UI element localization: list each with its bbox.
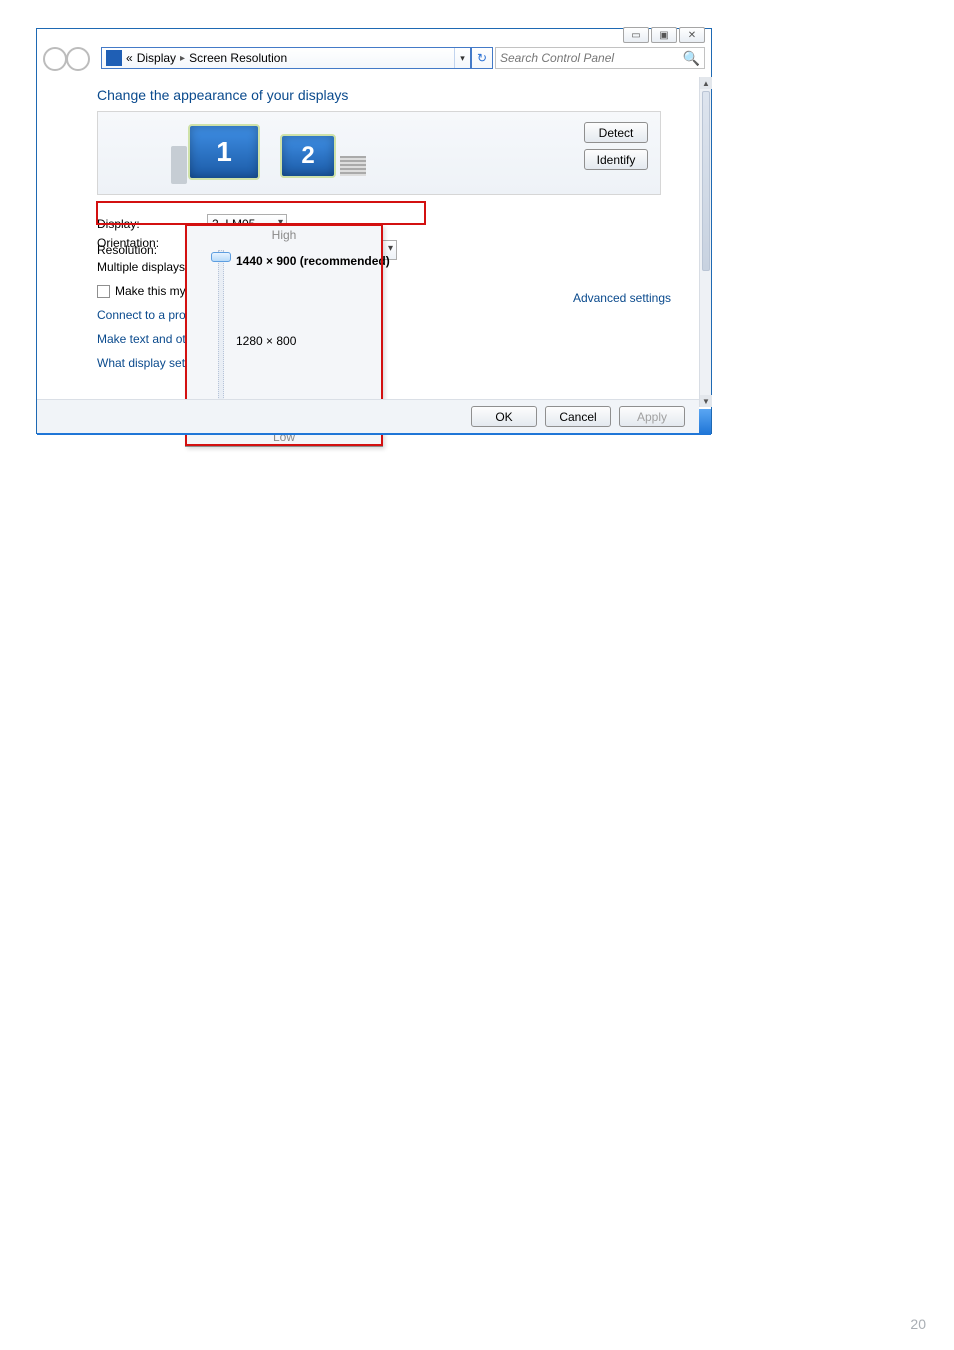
slider-thumb[interactable] [211,252,231,262]
advanced-settings-link[interactable]: Advanced settings [573,291,671,305]
forward-icon [66,47,90,71]
maximize-button[interactable]: ▣ [651,27,677,43]
page-heading: Change the appearance of your displays [97,87,691,103]
refresh-button[interactable]: ↻ [471,47,493,69]
slider-option-2[interactable]: 1280 × 800 [236,334,296,348]
refresh-icon: ↻ [477,51,487,65]
orientation-label: Orientation: [97,236,159,250]
page-number: 20 [910,1316,926,1332]
window-chrome: ▭ ▣ ✕ [623,27,705,43]
minimize-button[interactable]: ▭ [623,27,649,43]
slider-high-label: High [186,228,382,242]
monitor-stand-icon [171,146,187,184]
breadcrumb-chevron: « [126,51,133,65]
display-arrangement[interactable]: 1 2 Detect Identify [97,111,661,195]
control-panel-icon [106,50,122,66]
display-side-buttons: Detect Identify [584,122,648,170]
ok-button[interactable]: OK [471,406,537,427]
scroll-down-icon[interactable]: ▼ [700,395,712,407]
multiple-displays-label: Multiple displays: [97,260,188,274]
back-icon [43,47,67,71]
slider-track[interactable] [218,250,224,422]
checkbox-icon [97,285,110,298]
monitor-2[interactable]: 2 [280,134,336,178]
address-dropdown-icon[interactable]: ▾ [454,48,470,68]
dialog-footer: OK Cancel Apply [37,399,699,433]
close-button[interactable]: ✕ [679,27,705,43]
identify-button[interactable]: Identify [584,149,648,170]
search-placeholder: Search Control Panel [500,51,614,65]
scrollbar[interactable]: ▲ ▼ [699,77,711,407]
breadcrumb-screen-resolution[interactable]: Screen Resolution [189,51,287,65]
screen-resolution-window: ▭ ▣ ✕ « Display ▸ Screen Resolution ▾ ↻ [36,28,712,434]
monitor-1[interactable]: 1 [188,124,260,180]
search-input[interactable]: Search Control Panel 🔍 [495,47,705,69]
address-row: « Display ▸ Screen Resolution ▾ ↻ Search… [43,45,705,73]
scroll-up-icon[interactable]: ▲ [700,77,712,89]
scrollbar-thumb[interactable] [702,91,710,271]
cancel-button[interactable]: Cancel [545,406,611,427]
address-bar[interactable]: « Display ▸ Screen Resolution ▾ [101,47,471,69]
keyboard-icon [340,156,366,176]
breadcrumb-display[interactable]: Display [137,51,176,65]
nav-buttons[interactable] [43,45,93,73]
breadcrumb-sep-icon: ▸ [180,53,185,64]
slider-option-1[interactable]: 1440 × 900 (recommended) [236,254,390,268]
apply-button[interactable]: Apply [619,406,685,427]
detect-button[interactable]: Detect [584,122,648,143]
search-icon: 🔍 [683,50,700,67]
